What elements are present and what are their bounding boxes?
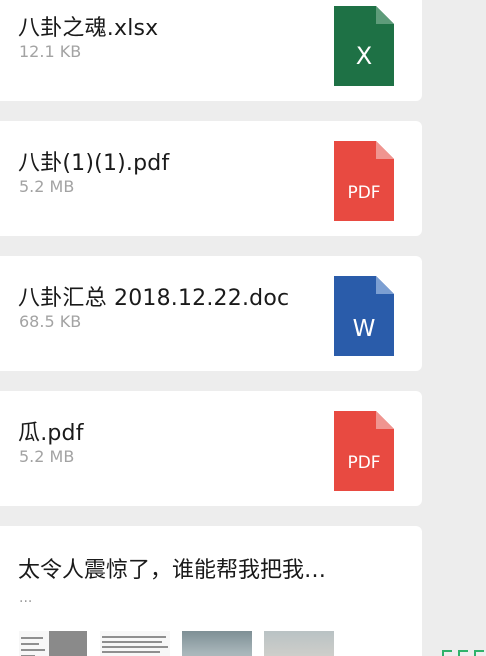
corner-mark xyxy=(440,648,486,656)
article-thumbnail xyxy=(264,631,334,656)
file-size: 5.2 MB xyxy=(19,447,75,466)
file-name: 八卦汇总 2018.12.22.doc xyxy=(18,286,290,311)
file-icon-label: W xyxy=(353,316,376,342)
file-icon-label: X xyxy=(356,42,372,70)
pdf-file-icon: PDF xyxy=(334,411,394,491)
article-title: 太令人震惊了，谁能帮我把我… xyxy=(18,558,327,583)
file-message-card[interactable]: 八卦之魂.xlsx 12.1 KB X xyxy=(0,0,422,101)
pdf-file-icon: PDF xyxy=(334,141,394,221)
article-thumbnail xyxy=(19,631,49,656)
file-size: 68.5 KB xyxy=(19,312,82,331)
file-name: 八卦(1)(1).pdf xyxy=(18,151,170,176)
article-message-card[interactable]: 太令人震惊了，谁能帮我把我… ... xyxy=(0,526,422,656)
article-thumbnail xyxy=(182,631,252,656)
file-icon-label: PDF xyxy=(347,183,380,203)
excel-file-icon: X xyxy=(334,6,394,86)
file-icon-label: PDF xyxy=(347,453,380,473)
file-message-card[interactable]: 八卦(1)(1).pdf 5.2 MB PDF xyxy=(0,121,422,236)
article-thumbnail xyxy=(100,631,170,656)
file-size: 12.1 KB xyxy=(19,42,82,61)
file-message-card[interactable]: 八卦汇总 2018.12.22.doc 68.5 KB W xyxy=(0,256,422,371)
file-name: 瓜.pdf xyxy=(18,421,84,446)
file-name: 八卦之魂.xlsx xyxy=(18,16,159,41)
article-thumbnail xyxy=(49,631,87,656)
word-file-icon: W xyxy=(334,276,394,356)
chat-file-feed: 八卦之魂.xlsx 12.1 KB X 八卦(1)(1).pdf 5.2 MB … xyxy=(0,0,486,656)
file-message-card[interactable]: 瓜.pdf 5.2 MB PDF xyxy=(0,391,422,506)
article-summary: ... xyxy=(19,590,33,606)
file-size: 5.2 MB xyxy=(19,177,75,196)
